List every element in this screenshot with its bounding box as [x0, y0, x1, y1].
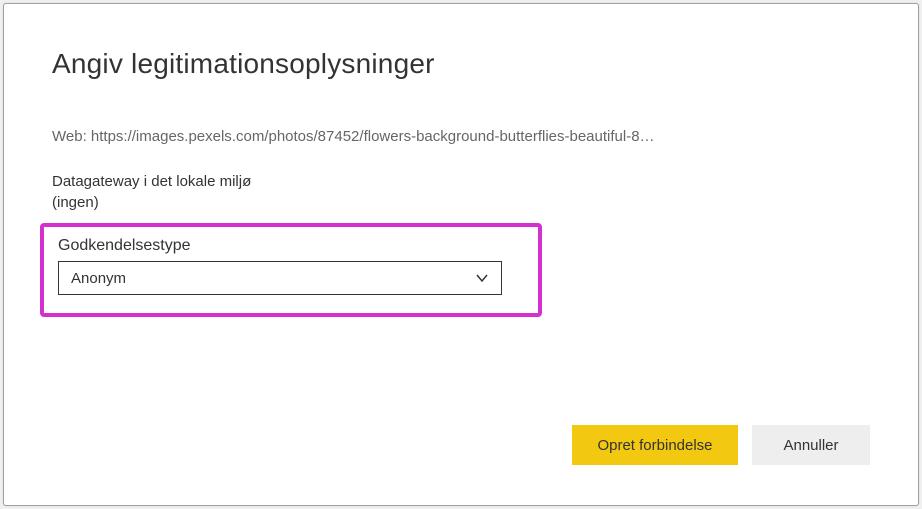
auth-type-selected-value: Anonym [71, 270, 126, 287]
source-prefix: Web: [52, 128, 91, 145]
auth-highlight-box: Godkendelsestype Anonym [40, 223, 542, 317]
auth-type-label: Godkendelsestype [58, 237, 524, 255]
source-line: Web: https://images.pexels.com/photos/87… [52, 128, 870, 145]
dialog-title: Angiv legitimationsoplysninger [52, 48, 870, 80]
cancel-button[interactable]: Annuller [752, 425, 870, 465]
dialog-button-row: Opret forbindelse Annuller [572, 425, 870, 465]
source-url: https://images.pexels.com/photos/87452/f… [91, 128, 655, 145]
connect-button[interactable]: Opret forbindelse [572, 425, 738, 465]
credentials-dialog: Angiv legitimationsoplysninger Web: http… [3, 3, 919, 506]
auth-type-select-wrapper: Anonym [58, 261, 502, 295]
gateway-label: Datagateway i det lokale miljø [52, 173, 870, 190]
gateway-value: (ingen) [52, 194, 870, 211]
chevron-down-icon [475, 271, 489, 285]
auth-type-select[interactable]: Anonym [58, 261, 502, 295]
